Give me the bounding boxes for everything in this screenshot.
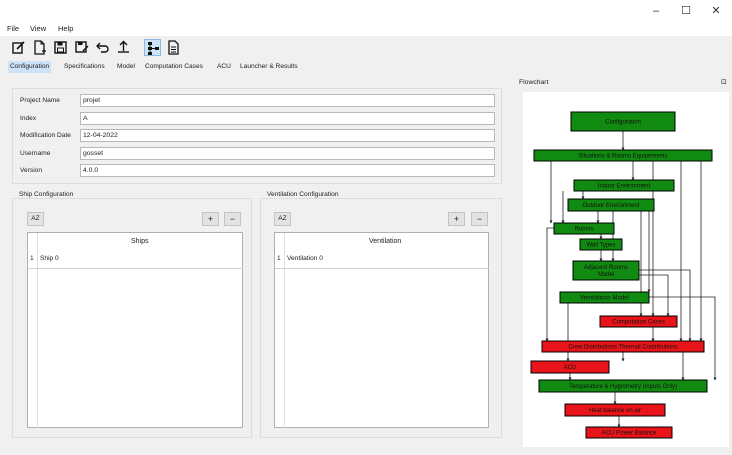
flowchart-node-label: Configuration <box>605 120 641 126</box>
ventilation-remove-button[interactable]: − <box>471 212 488 226</box>
flowchart-panel: Configuration Situations & Rooms Equipeme… <box>523 92 729 447</box>
flowchart-canvas: Configuration Situations & Rooms Equipeme… <box>530 111 717 439</box>
flowchart-node[interactable]: Temperature & Hygrometry (Inputs Only) <box>538 379 708 393</box>
modification-date-label: Modification Date <box>20 132 71 139</box>
flowchart-node[interactable]: Ventilations Model <box>559 291 650 304</box>
close-button[interactable]: ✕ <box>701 3 731 19</box>
tab-computation-cases[interactable]: Computation Cases <box>143 61 205 73</box>
ventilation-configuration-title: Ventilation Configuration <box>266 191 340 198</box>
flowchart-node-label: Crew Distributions Thermal Contributions <box>568 345 677 351</box>
flowchart-node-label: Model <box>598 272 614 278</box>
tab-bar: Configuration Specifications Model Compu… <box>0 60 732 74</box>
username-field[interactable]: gosset <box>80 147 495 160</box>
ships-table-row-line <box>28 268 243 269</box>
new-file-icon[interactable] <box>10 39 27 56</box>
ship-add-button[interactable]: + <box>202 212 219 226</box>
ship-sort-az-button[interactable]: AZ <box>27 212 44 226</box>
flowchart-node[interactable]: Rooms <box>553 222 615 235</box>
tab-acu[interactable]: ACU <box>215 61 233 73</box>
flowchart-node[interactable]: ACU Power Balance <box>585 426 673 439</box>
username-label: Username <box>20 150 51 157</box>
flowchart-dock-header: Flowchart ⊡ <box>515 78 731 90</box>
ventilation-table-row-header-divider <box>284 233 285 428</box>
flowchart-node-label: ACU Power Balance <box>602 431 657 437</box>
tab-specifications[interactable]: Specifications <box>62 61 107 73</box>
ventilation-column-header[interactable]: Ventilation <box>369 238 401 245</box>
flowchart-node[interactable]: Situations & Rooms Equipements <box>533 149 713 162</box>
flowchart-node[interactable]: Wall Types <box>579 238 623 251</box>
version-field[interactable]: 4.0.0 <box>80 164 495 177</box>
flowchart-node-label: ACU <box>564 365 577 371</box>
pin-icon[interactable]: ⊡ <box>721 78 727 86</box>
flowchart-node-label: Situations & Rooms Equipements <box>578 154 667 160</box>
flowchart-connector <box>639 269 692 342</box>
flowchart-node-label: Computation Cases <box>612 320 665 326</box>
flowchart-node[interactable]: Adjacent RoomsModel <box>572 260 640 281</box>
flowchart-node-label: Rooms <box>574 227 593 233</box>
index-label: Index <box>20 115 37 122</box>
title-bar: – ☐ ✕ <box>0 0 732 22</box>
flowchart-node[interactable]: Outdoor Environment <box>567 198 655 212</box>
tab-model[interactable]: Model <box>115 61 137 73</box>
ventilation-table-row-line <box>275 268 489 269</box>
ventilation-row-number: 1 <box>277 255 281 262</box>
ships-row-name[interactable]: Ship 0 <box>40 255 59 262</box>
flowchart-node[interactable]: Heat balance on air <box>564 403 666 417</box>
version-label: Version <box>20 167 42 174</box>
flowchart-node-label: Indoor Environment <box>598 184 651 190</box>
tab-configuration[interactable]: Configuration <box>8 61 52 73</box>
save-as-icon[interactable] <box>73 39 90 56</box>
project-name-field[interactable]: projet <box>80 94 495 107</box>
flowchart-node[interactable]: Configuration <box>570 111 676 132</box>
project-name-label: Project Name <box>20 97 60 104</box>
ships-row-number: 1 <box>30 255 34 262</box>
modification-date-field[interactable]: 12-04-2022 <box>80 129 495 142</box>
flowchart-node[interactable]: Crew Distributions Thermal Contributions <box>541 340 705 353</box>
ventilation-add-button[interactable]: + <box>448 212 465 226</box>
menu-bar: File View Help <box>0 22 732 36</box>
index-field[interactable]: A <box>80 112 495 125</box>
new-document-icon[interactable] <box>31 39 48 56</box>
document-icon[interactable] <box>165 39 182 56</box>
maximize-button[interactable]: ☐ <box>671 3 701 19</box>
menu-view[interactable]: View <box>30 24 46 33</box>
ship-remove-button[interactable]: − <box>224 212 241 226</box>
flowchart-node[interactable]: Computation Cases <box>599 315 678 328</box>
menu-help[interactable]: Help <box>58 24 73 33</box>
menu-file[interactable]: File <box>7 24 19 33</box>
toolbar <box>0 36 732 60</box>
save-icon[interactable] <box>52 39 69 56</box>
flowchart-title: Flowchart <box>519 79 549 86</box>
upload-icon[interactable] <box>115 39 132 56</box>
flowchart-node-label: Temperature & Hygrometry (Inputs Only) <box>569 384 677 390</box>
flowchart-connector <box>545 227 554 342</box>
flowchart-node-label: Heat balance on air <box>589 408 641 414</box>
flowchart-icon[interactable] <box>144 39 161 56</box>
flowchart-node[interactable]: ACU <box>530 360 610 374</box>
ships-table-row-header-divider <box>37 233 38 428</box>
flowchart-connector <box>649 296 717 381</box>
ventilation-row-name[interactable]: Ventilation 0 <box>287 255 323 262</box>
ventilation-sort-az-button[interactable]: AZ <box>274 212 291 226</box>
flowchart-node-label: Wall Types <box>586 243 615 249</box>
flowchart-node-label: Ventilations Model <box>580 296 629 302</box>
tab-launcher-results[interactable]: Launcher & Results <box>238 61 300 73</box>
ships-column-header[interactable]: Ships <box>131 238 149 245</box>
undo-icon[interactable] <box>94 39 111 56</box>
ships-table: Ships 1 Ship 0 <box>27 232 243 428</box>
ventilation-table: Ventilation 1 Ventilation 0 <box>274 232 489 428</box>
flowchart-node-label: Adjacent Rooms <box>584 265 628 271</box>
flowchart-node[interactable]: Indoor Environment <box>573 179 675 192</box>
minimize-button[interactable]: – <box>641 3 671 19</box>
ship-configuration-title: Ship Configuration <box>18 191 75 198</box>
flowchart-node-label: Outdoor Environment <box>582 203 639 209</box>
